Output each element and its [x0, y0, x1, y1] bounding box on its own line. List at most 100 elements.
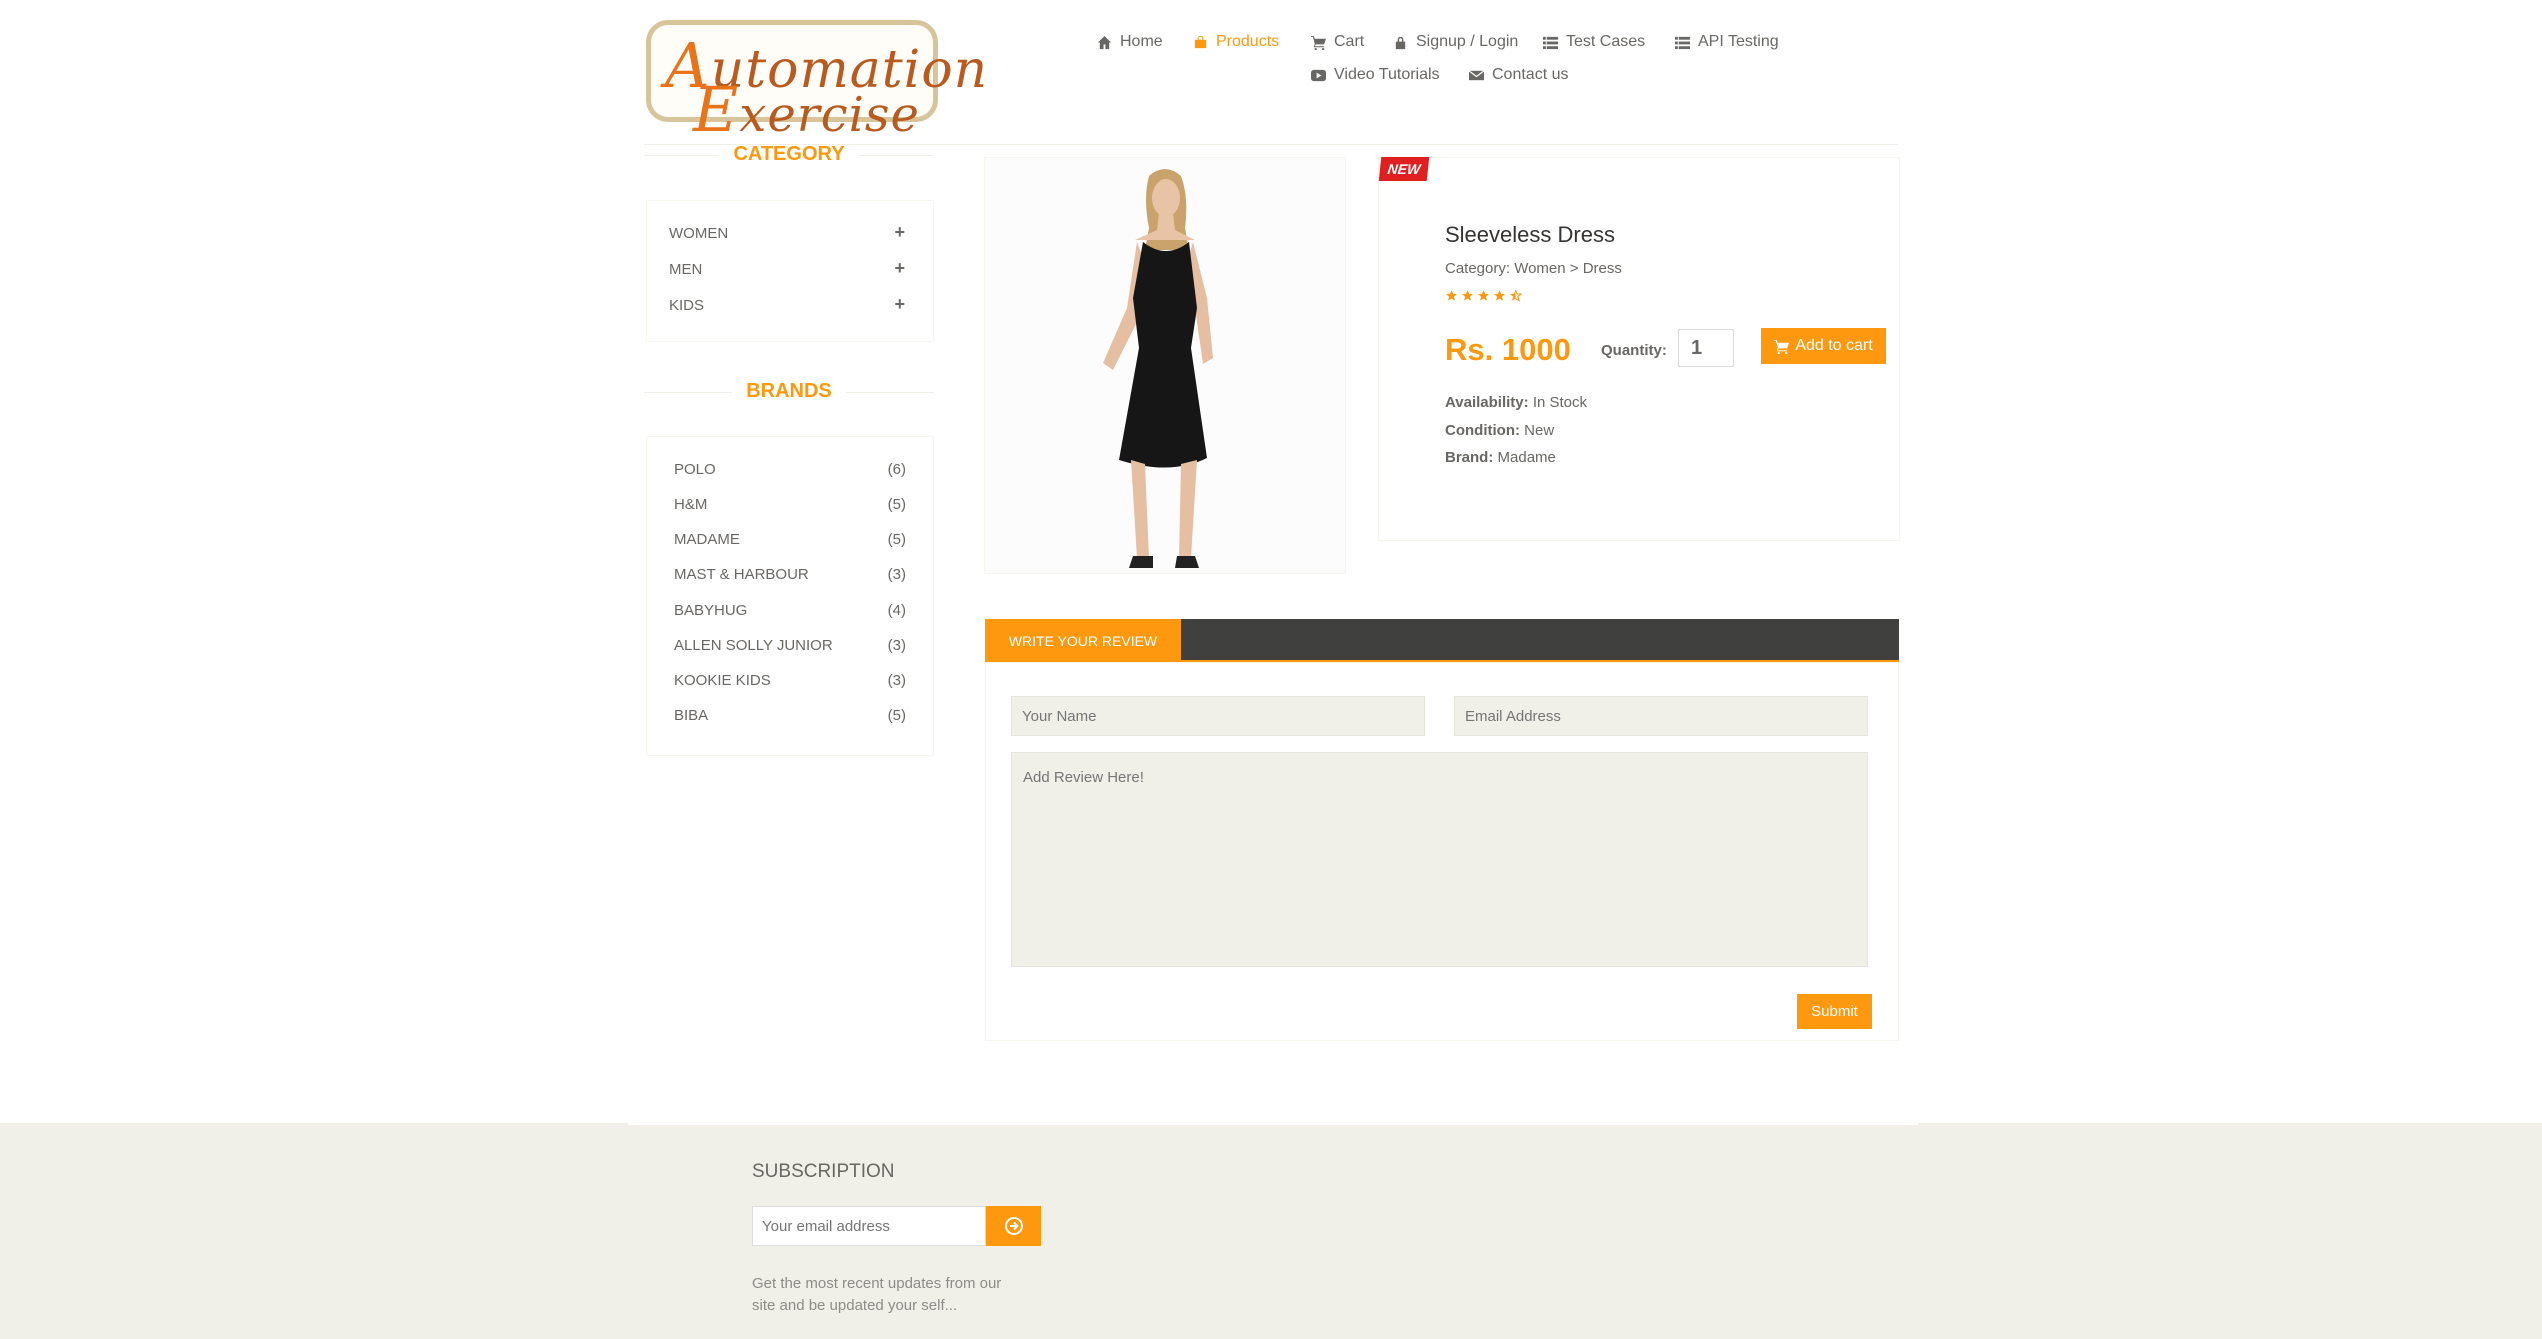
subscription-note: Get the most recent updates from our sit… — [752, 1275, 1002, 1314]
brand-item[interactable]: H&M (5) — [674, 496, 906, 513]
plus-icon[interactable]: + — [894, 295, 905, 314]
brand-item[interactable]: BIBA (5) — [674, 707, 906, 724]
brand-item[interactable]: MAST & HARBOUR (3) — [674, 566, 906, 583]
heading-rule-left — [644, 155, 720, 156]
shopping-bag-icon — [1194, 35, 1207, 48]
brand-item[interactable]: POLO (6) — [674, 461, 906, 478]
quantity-label: Quantity: — [1601, 342, 1667, 359]
submit-review-button[interactable]: Submit — [1797, 994, 1872, 1029]
availability-line: Availability: In Stock — [1445, 394, 1587, 411]
lock-icon — [1395, 36, 1406, 49]
nav-home-label: Home — [1120, 33, 1163, 50]
condition-label: Condition: — [1445, 422, 1520, 439]
category-title: CATEGORY — [733, 143, 845, 165]
category-label: KIDS — [669, 297, 705, 314]
new-badge: NEW — [1378, 157, 1430, 181]
brand-count: (5) — [887, 531, 906, 548]
brand-count: (4) — [887, 602, 906, 619]
new-badge-label: NEW — [1386, 161, 1422, 177]
brand-name: H&M — [674, 496, 708, 513]
nav-home[interactable]: Home — [1097, 33, 1163, 51]
category-men[interactable]: MEN + — [669, 259, 905, 278]
brand-label: Brand: — [1445, 449, 1494, 466]
availability-value: In Stock — [1532, 394, 1588, 411]
nav-products-label: Products — [1216, 33, 1280, 50]
heading-rule-left — [644, 392, 733, 393]
condition-line: Condition: New — [1445, 422, 1554, 439]
footer — [0, 1123, 2542, 1339]
brand-count: (5) — [887, 496, 906, 513]
cart-icon — [1774, 339, 1790, 354]
heading-rule-right — [858, 155, 934, 156]
home-icon — [1097, 35, 1112, 49]
heading-rule-right — [845, 392, 934, 393]
star-icon — [1494, 290, 1505, 301]
tab-write-review[interactable]: WRITE YOUR REVIEW — [985, 619, 1181, 662]
logo-cap-e: E — [693, 73, 740, 146]
brand-name: MADAME — [674, 531, 740, 548]
brand-item[interactable]: MADAME (5) — [674, 531, 906, 548]
nav-contact-us-label: Contact us — [1492, 66, 1569, 83]
logo-text-2: xercise — [739, 87, 920, 143]
dress-model-illustration — [985, 158, 1345, 573]
nav-api-testing[interactable]: API Testing — [1675, 33, 1779, 51]
quantity-input[interactable] — [1678, 329, 1734, 367]
add-to-cart-button[interactable]: Add to cart — [1761, 328, 1886, 364]
category-panel: WOMEN + MEN + KIDS + — [646, 200, 934, 342]
review-name-input[interactable] — [1011, 696, 1425, 736]
product-image — [984, 157, 1346, 574]
category-heading: CATEGORY — [644, 143, 934, 166]
site-logo[interactable]: Automation Exercise — [646, 20, 987, 146]
footer-top-rule — [628, 1123, 1918, 1125]
category-kids[interactable]: KIDS + — [669, 295, 905, 314]
brand-name: BABYHUG — [674, 602, 748, 619]
brands-panel: POLO (6) H&M (5) MADAME (5) MAST & HARBOUR (… — [646, 436, 934, 756]
subscription-title: SUBSCRIPTION — [752, 1161, 895, 1182]
brands-heading: BRANDS — [644, 380, 934, 403]
list-icon — [1543, 36, 1558, 49]
brands-title: BRANDS — [746, 380, 832, 402]
brand-name: POLO — [674, 461, 716, 478]
nav-cart[interactable]: Cart — [1311, 33, 1364, 51]
cart-icon — [1311, 35, 1326, 50]
nav-api-testing-label: API Testing — [1698, 33, 1779, 50]
brand-item[interactable]: ALLEN SOLLY JUNIOR (3) — [674, 637, 906, 654]
plus-icon[interactable]: + — [894, 223, 905, 242]
category-women[interactable]: WOMEN + — [669, 223, 905, 242]
star-icon — [1478, 290, 1489, 301]
product-name: Sleeveless Dress — [1445, 222, 1615, 247]
brand-count: (5) — [887, 707, 906, 724]
brand-count: (3) — [887, 637, 906, 654]
brand-name: MAST & HARBOUR — [674, 566, 809, 583]
nav-cart-label: Cart — [1334, 33, 1365, 50]
add-to-cart-label: Add to cart — [1795, 337, 1873, 354]
nav-contact-us[interactable]: Contact us — [1469, 66, 1568, 84]
tab-write-review-label: WRITE YOUR REVIEW — [1008, 632, 1158, 649]
subscribe-email-input[interactable] — [752, 1206, 986, 1246]
category-label: MEN — [669, 261, 703, 278]
category-label: WOMEN — [669, 225, 729, 242]
nav-signup-login[interactable]: Signup / Login — [1393, 33, 1518, 51]
brand-line: Brand: Madame — [1445, 449, 1556, 466]
condition-value: New — [1524, 422, 1555, 439]
product-price: Rs. 1000 — [1445, 332, 1571, 367]
brand-name: BIBA — [674, 707, 709, 724]
subscribe-button[interactable] — [986, 1206, 1041, 1246]
nav-signup-login-label: Signup / Login — [1416, 33, 1519, 50]
brand-name: ALLEN SOLLY JUNIOR — [674, 637, 833, 654]
plus-icon[interactable]: + — [894, 259, 905, 278]
nav-video-tutorials[interactable]: Video Tutorials — [1311, 66, 1440, 84]
arrow-circle-right-icon — [1004, 1217, 1023, 1235]
nav-test-cases[interactable]: Test Cases — [1543, 33, 1645, 51]
nav-video-tutorials-label: Video Tutorials — [1334, 66, 1440, 83]
brand-count: (6) — [887, 461, 906, 478]
star-icon — [1446, 290, 1457, 301]
review-text-area[interactable] — [1011, 752, 1868, 967]
brand-item[interactable]: KOOKIE KIDS (3) — [674, 672, 906, 689]
brand-count: (3) — [887, 672, 906, 689]
review-email-input[interactable] — [1454, 696, 1868, 736]
brand-item[interactable]: BABYHUG (4) — [674, 602, 906, 619]
envelope-icon — [1469, 69, 1484, 80]
youtube-play-icon — [1311, 69, 1326, 81]
nav-products[interactable]: Products — [1193, 33, 1279, 51]
